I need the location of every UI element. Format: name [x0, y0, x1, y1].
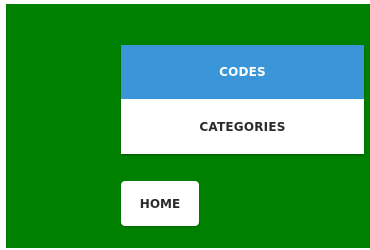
menu-item-categories[interactable]: CATEGORIES — [121, 99, 364, 154]
screen: CODES CATEGORIES HOME — [0, 0, 370, 250]
home-button-label: HOME — [139, 196, 181, 211]
menu-item-codes-label: CODES — [219, 65, 266, 79]
menu-item-categories-label: CATEGORIES — [199, 119, 286, 134]
home-button[interactable]: HOME — [121, 181, 199, 226]
menu-item-codes[interactable]: CODES — [121, 45, 364, 99]
menu: CODES CATEGORIES — [121, 45, 364, 154]
